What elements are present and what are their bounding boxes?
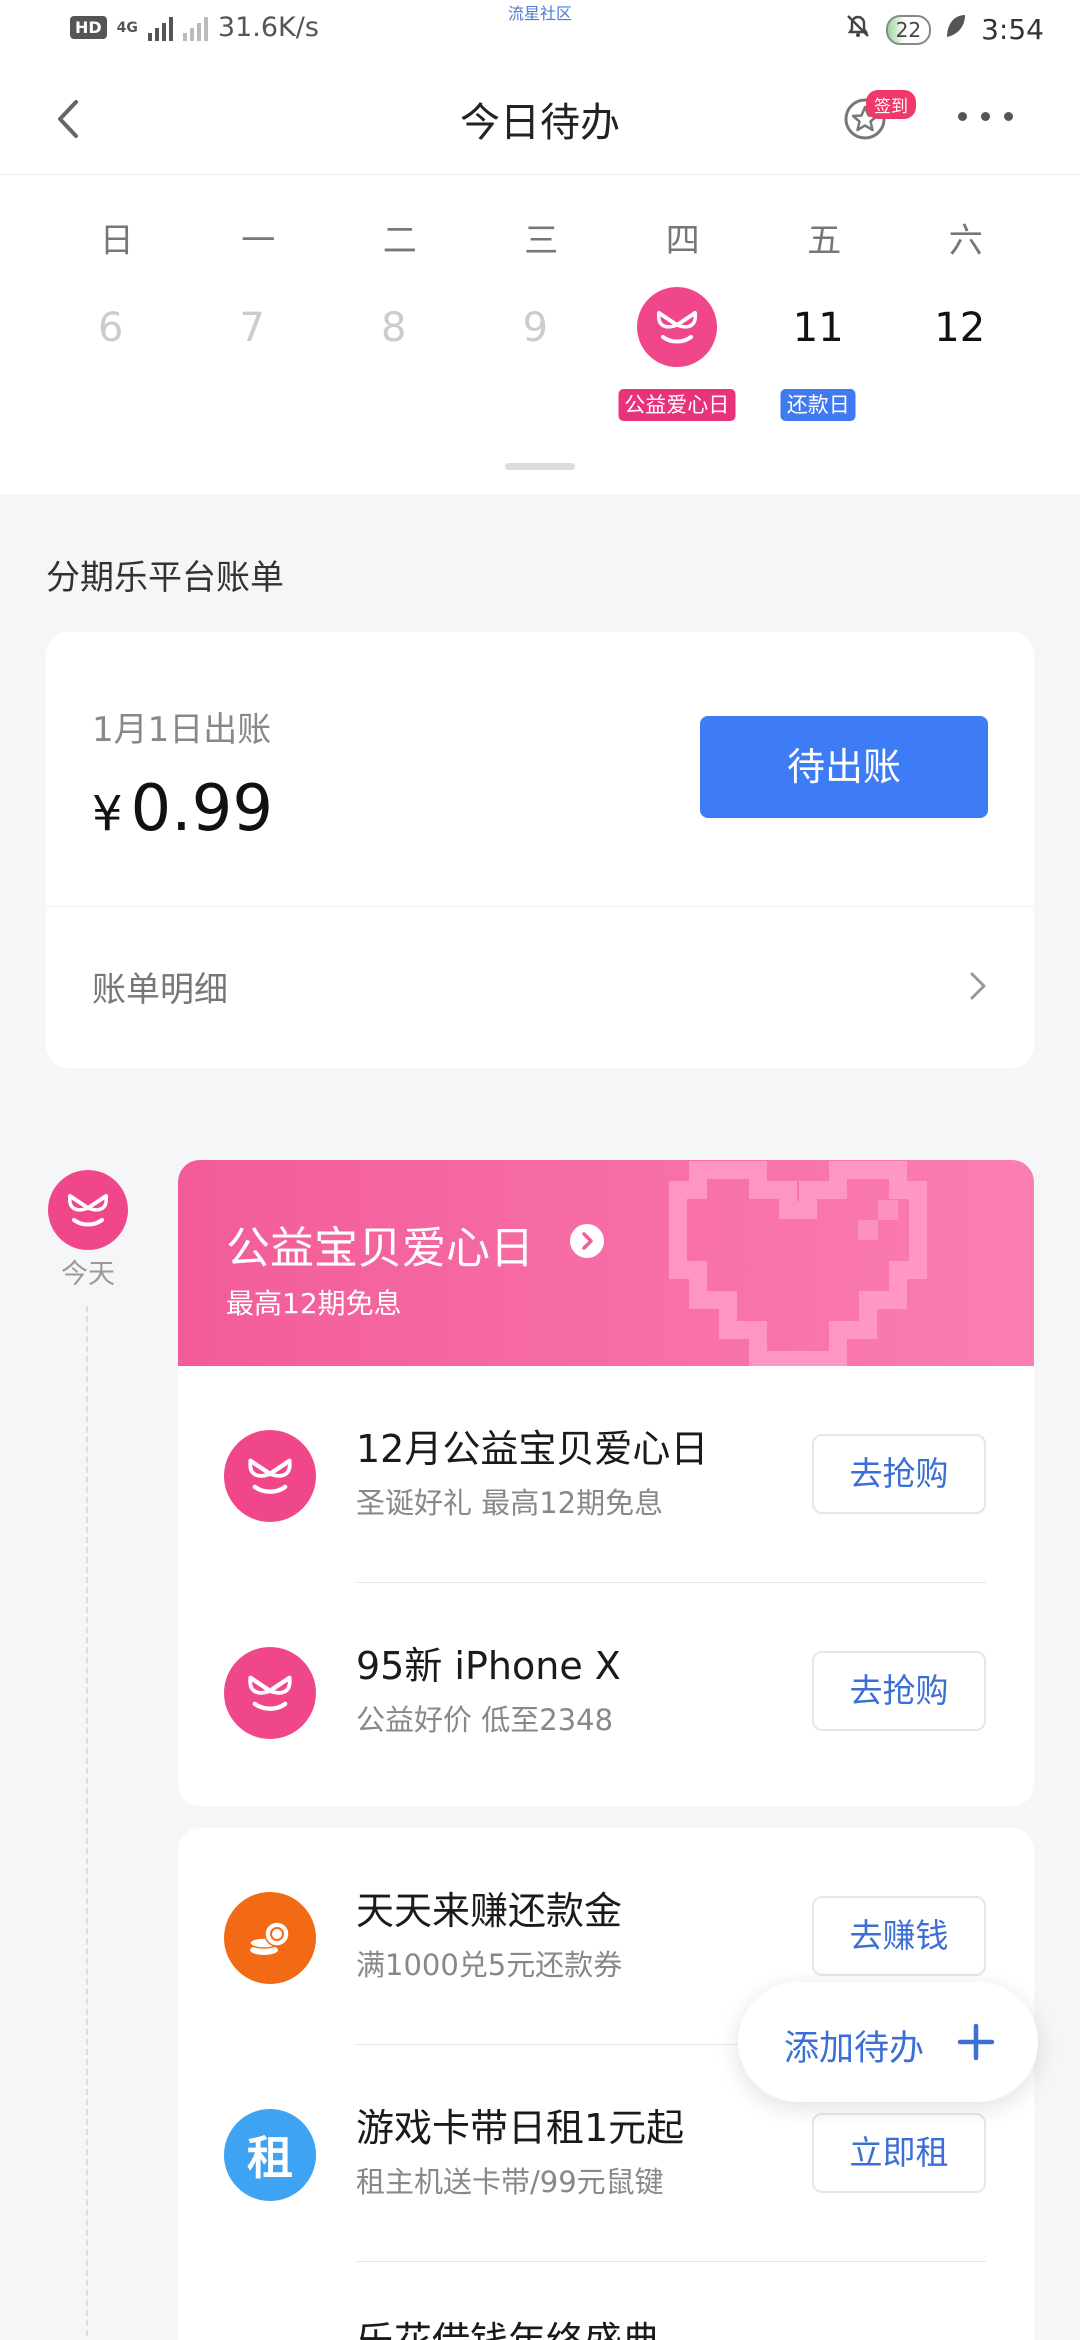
item-subtitle: 公益好价 低至2348	[356, 1703, 614, 1737]
item-title-partial[interactable]: 乐花借钱年终盛典	[356, 2310, 660, 2340]
item-title: 游戏卡带日租1元起	[356, 2106, 685, 2150]
bill-detail-link[interactable]: 账单明细	[92, 962, 228, 1011]
status-bar: HD 4G 31.6K/s 流星社区 22 3:54	[0, 0, 1080, 64]
calendar-drag-handle[interactable]	[505, 463, 575, 470]
net-speed: 31.6K/s	[217, 12, 319, 43]
list-item[interactable]: 12月公益宝贝爱心日 圣诞好礼 最高12期免息 去抢购	[178, 1366, 1034, 1583]
rent-icon: 租	[224, 2109, 316, 2201]
promo-card: 公益宝贝爱心日 最高12期免息 12月公益宝贝爱心日 圣诞好礼 最高12期免息 …	[178, 1160, 1034, 1806]
day-cell[interactable]: 9	[465, 301, 607, 381]
charity-day-tag: 公益爱心日	[618, 389, 736, 421]
bill-date: 1月1日出账	[92, 710, 272, 750]
day-cell[interactable]: 6	[40, 301, 182, 381]
timeline-logo-icon	[48, 1170, 128, 1250]
day-cell-today[interactable]: 公益爱心日	[606, 287, 748, 421]
item-subtitle: 圣诞好礼 最高12期免息	[356, 1486, 664, 1520]
nav-bar: 今日待办 签到	[0, 64, 1080, 174]
pixel-heart-icon	[669, 1161, 927, 1366]
day-cell[interactable]: 11 还款日	[748, 301, 890, 421]
hd-indicator: HD	[70, 16, 107, 39]
pending-bill-button[interactable]: 待出账	[700, 716, 988, 818]
chevron-right-icon[interactable]	[966, 968, 990, 1004]
charity-logo-icon	[224, 1430, 316, 1522]
today-logo-icon	[636, 287, 717, 367]
day-cell[interactable]: 8	[323, 301, 465, 381]
currency-symbol: ¥	[92, 786, 123, 842]
list-item[interactable]: 95新 iPhone X 公益好价 低至2348 去抢购	[178, 1583, 1034, 1800]
weekday-label: 三	[524, 221, 559, 261]
clock: 3:54	[981, 13, 1044, 46]
weekday-label: 四	[665, 221, 700, 261]
section-title: 分期乐平台账单	[46, 558, 284, 598]
coins-icon	[224, 1892, 316, 1984]
more-icon[interactable]	[958, 112, 1013, 121]
repay-day-tag: 还款日	[780, 389, 856, 421]
item-title: 12月公益宝贝爱心日	[356, 1427, 709, 1471]
carrier-text: 流星社区	[508, 4, 573, 23]
day-cell[interactable]: 12	[889, 301, 1031, 381]
signal-icon	[147, 15, 173, 41]
status-left: HD 4G 31.6K/s	[70, 12, 319, 43]
item-subtitle: 租主机送卡带/99元鼠键	[356, 2165, 664, 2199]
amount-value: 0.99	[130, 772, 274, 846]
promo-banner[interactable]: 公益宝贝爱心日 最高12期免息	[178, 1160, 1034, 1366]
divider	[46, 906, 1034, 907]
buy-now-button[interactable]: 去抢购	[812, 1651, 986, 1731]
promo-title: 公益宝贝爱心日	[226, 1223, 534, 1274]
buy-now-button[interactable]: 去抢购	[812, 1434, 986, 1514]
signal-secondary-icon	[182, 15, 208, 41]
day-row: 6 7 8 9 公益爱心日 11 还款日 12	[0, 287, 1080, 421]
weekday-row: 日 一 二 三 四 五 六	[0, 213, 1080, 262]
item-title: 95新 iPhone X	[356, 1644, 621, 1688]
day-number: 11	[792, 305, 844, 351]
weekday-label: 二	[382, 221, 417, 261]
divider	[356, 2261, 986, 2262]
week-calendar: 日 一 二 三 四 五 六 6 7 8 9 公益爱心日 11 还款日 12	[0, 174, 1080, 494]
bill-card: 1月1日出账 ¥0.99 待出账 账单明细	[46, 632, 1034, 1068]
bill-amount: ¥0.99	[92, 772, 273, 846]
item-title: 天天来赚还款金	[356, 1889, 623, 1933]
weekday-label: 五	[807, 221, 842, 261]
weekday-label: 六	[948, 221, 983, 261]
leaf-icon	[945, 13, 967, 46]
earn-money-button[interactable]: 去赚钱	[812, 1896, 986, 1976]
item-subtitle: 满1000兑5元还款券	[356, 1948, 623, 1982]
day-cell[interactable]: 7	[182, 301, 324, 381]
charity-logo-icon	[224, 1647, 316, 1739]
weekday-label: 一	[241, 221, 276, 261]
plus-icon	[957, 2023, 995, 2061]
timeline-today-label: 今天	[61, 1259, 115, 1290]
promo-subtitle: 最高12期免息	[226, 1287, 402, 1320]
rent-icon-text: 租	[247, 2131, 293, 2185]
sign-in-badge[interactable]: 签到	[866, 90, 916, 119]
weekday-label: 日	[99, 221, 134, 261]
battery-indicator: 22	[885, 14, 932, 45]
mute-bell-icon	[844, 12, 872, 47]
rent-now-button[interactable]: 立即租	[812, 2113, 986, 2193]
status-right: 22 3:54	[844, 12, 1044, 47]
add-todo-label: 添加待办	[784, 2029, 925, 2069]
page-title: 今日待办	[460, 100, 620, 146]
timeline-line	[86, 1306, 88, 2340]
network-type: 4G	[116, 19, 138, 36]
add-todo-button[interactable]: 添加待办	[738, 1982, 1038, 2102]
arrow-circle-icon	[570, 1224, 604, 1258]
